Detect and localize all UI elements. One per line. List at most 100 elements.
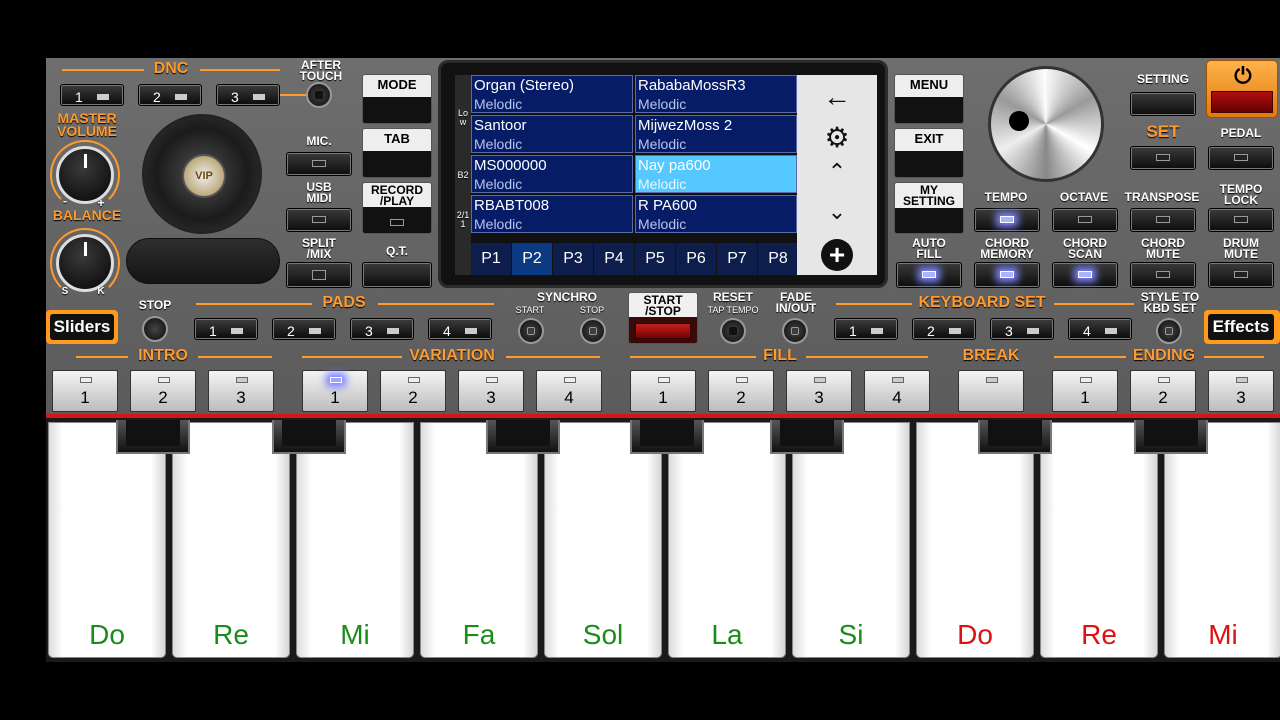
pad-button-4[interactable]: 4 (428, 318, 492, 340)
page-tab-p6[interactable]: P6 (676, 243, 716, 275)
stop-button[interactable] (142, 316, 168, 342)
chevron-up-icon[interactable]: ⌃ (815, 159, 859, 199)
auto-fill-button[interactable] (896, 262, 962, 288)
black-key[interactable] (272, 420, 346, 454)
drum-mute-button[interactable] (1208, 262, 1274, 288)
sound-cell[interactable]: RababaMossR3 Melodic (635, 75, 797, 113)
menu-button[interactable]: MENU (894, 74, 964, 124)
mic-button[interactable] (286, 152, 352, 176)
touch-pad[interactable] (126, 238, 280, 284)
sound-cell[interactable]: R PA600 Melodic (635, 195, 797, 233)
settings-gear-icon[interactable]: ⚙ (815, 121, 859, 161)
start-stop-button[interactable]: START /STOP (628, 292, 698, 344)
sound-cell[interactable]: Santoor Melodic (471, 115, 633, 153)
variation-button-1[interactable]: 1 (302, 370, 368, 412)
dnc-button-1[interactable]: 1 (60, 84, 124, 106)
my-setting-button[interactable]: MY SETTING (894, 182, 964, 234)
tempo-button[interactable] (974, 208, 1040, 232)
page-tab-p7[interactable]: P7 (717, 243, 757, 275)
pad-button-2[interactable]: 2 (272, 318, 336, 340)
usb-midi-button[interactable] (286, 208, 352, 232)
black-key[interactable] (770, 420, 844, 454)
dnc-button-2[interactable]: 2 (138, 84, 202, 106)
fill-button-3[interactable]: 3 (786, 370, 852, 412)
transpose-button[interactable] (1130, 208, 1196, 232)
intro-button-2[interactable]: 2 (130, 370, 196, 412)
fill-button-2[interactable]: 2 (708, 370, 774, 412)
white-key-mi-high[interactable]: Mi (1164, 422, 1280, 658)
tab-button[interactable]: TAB (362, 128, 432, 178)
intro-button-1[interactable]: 1 (52, 370, 118, 412)
tempo-lock-button[interactable] (1208, 208, 1274, 232)
setting-button[interactable] (1130, 92, 1196, 116)
black-key[interactable] (116, 420, 190, 454)
white-key-fa[interactable]: Fa (420, 422, 538, 658)
balance-knob[interactable] (56, 234, 114, 292)
data-dial[interactable] (988, 66, 1104, 182)
black-key[interactable] (486, 420, 560, 454)
page-tab-p1[interactable]: P1 (471, 243, 511, 275)
kbd-set-button-2[interactable]: 2 (912, 318, 976, 340)
sound-cell[interactable]: RBABT008 Melodic (471, 195, 633, 233)
ending-button-2[interactable]: 2 (1130, 370, 1196, 412)
chevron-down-icon[interactable]: ⌄ (815, 199, 859, 239)
qt-button[interactable] (362, 262, 432, 288)
page-tab-p8[interactable]: P8 (758, 243, 798, 275)
synchro-start-button[interactable] (518, 318, 544, 344)
add-icon[interactable]: + (821, 239, 853, 271)
black-key[interactable] (630, 420, 704, 454)
power-button[interactable]: ⏻ (1206, 60, 1278, 118)
chord-scan-button[interactable] (1052, 262, 1118, 288)
sound-cell[interactable]: MijwezMoss 2 Melodic (635, 115, 797, 153)
effects-button[interactable]: Effects (1204, 310, 1280, 344)
white-key-sol[interactable]: Sol (544, 422, 662, 658)
white-key-re-high[interactable]: Re (1040, 422, 1158, 658)
kbd-set-button-3[interactable]: 3 (990, 318, 1054, 340)
variation-button-3[interactable]: 3 (458, 370, 524, 412)
exit-button[interactable]: EXIT (894, 128, 964, 178)
sliders-button[interactable]: Sliders (46, 310, 118, 344)
pad-button-1[interactable]: 1 (194, 318, 258, 340)
intro-button-3[interactable]: 3 (208, 370, 274, 412)
fill-button-4[interactable]: 4 (864, 370, 930, 412)
break-button[interactable] (958, 370, 1024, 412)
sound-cell-selected[interactable]: Nay pa600 Melodic (635, 155, 797, 193)
record-play-button[interactable]: RECORD /PLAY (362, 182, 432, 234)
variation-button-4[interactable]: 4 (536, 370, 602, 412)
pedal-button[interactable] (1208, 146, 1274, 170)
black-key[interactable] (1134, 420, 1208, 454)
dnc-button-3[interactable]: 3 (216, 84, 280, 106)
mode-button[interactable]: MODE (362, 74, 432, 124)
ending-button-3[interactable]: 3 (1208, 370, 1274, 412)
fill-button-1[interactable]: 1 (630, 370, 696, 412)
white-key-do-high[interactable]: Do (916, 422, 1034, 658)
page-tab-p2[interactable]: P2 (512, 243, 552, 275)
reset-tap-tempo-button[interactable] (720, 318, 746, 344)
chord-memory-button[interactable] (974, 262, 1040, 288)
page-tab-p3[interactable]: P3 (553, 243, 593, 275)
kbd-set-button-4[interactable]: 4 (1068, 318, 1132, 340)
back-arrow-icon[interactable]: ← (815, 81, 859, 121)
variation-button-2[interactable]: 2 (380, 370, 446, 412)
split-mix-button[interactable] (286, 262, 352, 288)
white-key-la[interactable]: La (668, 422, 786, 658)
ending-button-1[interactable]: 1 (1052, 370, 1118, 412)
octave-button[interactable] (1052, 208, 1118, 232)
after-touch-button[interactable] (306, 82, 332, 108)
fade-button[interactable] (782, 318, 808, 344)
kbd-set-button-1[interactable]: 1 (834, 318, 898, 340)
pad-button-3[interactable]: 3 (350, 318, 414, 340)
white-key-mi[interactable]: Mi (296, 422, 414, 658)
white-key-si[interactable]: Si (792, 422, 910, 658)
black-key[interactable] (978, 420, 1052, 454)
white-key-do[interactable]: Do (48, 422, 166, 658)
jog-wheel[interactable]: VIP (142, 114, 262, 234)
chord-mute-button[interactable] (1130, 262, 1196, 288)
page-tab-p4[interactable]: P4 (594, 243, 634, 275)
set-button[interactable] (1130, 146, 1196, 170)
sound-cell[interactable]: MS000000 Melodic (471, 155, 633, 193)
white-key-re[interactable]: Re (172, 422, 290, 658)
sound-cell[interactable]: Organ (Stereo) Melodic (471, 75, 633, 113)
style-to-kbd-button[interactable] (1156, 318, 1182, 344)
synchro-stop-button[interactable] (580, 318, 606, 344)
